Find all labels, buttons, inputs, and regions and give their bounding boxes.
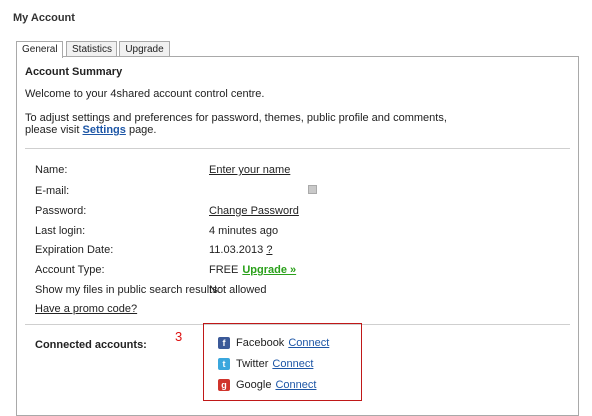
change-password-link[interactable]: Change Password xyxy=(209,205,299,217)
account-panel: Account Summary Welcome to your 4shared … xyxy=(16,56,579,416)
connected-accounts-box: f Facebook Connect t Twitter Connect g Google… xyxy=(203,323,362,401)
expiration-help-link[interactable]: ? xyxy=(266,244,272,256)
email-label: E-mail: xyxy=(35,185,70,197)
adjust-text: To adjust settings and preferences for p… xyxy=(25,112,447,136)
promo-code-link[interactable]: Have a promo code? xyxy=(35,303,137,315)
expiration-value: 11.03.2013 ? xyxy=(209,244,272,256)
account-type-label: Account Type: xyxy=(35,264,105,276)
expiration-date: 11.03.2013 xyxy=(209,244,264,256)
adjust-line-1: To adjust settings and preferences for p… xyxy=(25,112,447,124)
welcome-text: Welcome to your 4shared account control … xyxy=(25,88,265,100)
settings-link[interactable]: Settings xyxy=(82,124,125,136)
adjust-line-2-prefix: please visit xyxy=(25,124,83,136)
account-type-value: FREE Upgrade » xyxy=(209,264,296,276)
tab-statistics[interactable]: Statistics xyxy=(66,41,117,56)
expiration-label: Expiration Date: xyxy=(35,244,114,256)
public-search-label: Show my files in public search results: xyxy=(35,284,221,296)
public-search-value: Not allowed xyxy=(209,284,267,296)
adjust-line-2-suffix: page. xyxy=(125,124,157,136)
facebook-row: f Facebook Connect xyxy=(218,336,329,350)
last-login-value: 4 minutes ago xyxy=(209,225,279,237)
twitter-icon: t xyxy=(218,358,230,371)
upgrade-link[interactable]: Upgrade » xyxy=(242,264,296,276)
google-row: g Google Connect xyxy=(218,378,316,392)
page-title: My Account xyxy=(13,12,75,24)
google-icon: g xyxy=(218,379,230,392)
account-summary-title: Account Summary xyxy=(25,66,123,78)
last-login-label: Last login: xyxy=(35,225,86,237)
tab-upgrade[interactable]: Upgrade xyxy=(119,41,170,56)
enter-name-link[interactable]: Enter your name xyxy=(209,164,290,176)
twitter-name: Twitter xyxy=(236,358,269,371)
connected-accounts-label: Connected accounts: xyxy=(35,339,147,351)
google-connect-link[interactable]: Connect xyxy=(275,379,316,391)
tab-general[interactable]: General xyxy=(16,41,63,58)
annotation-marker: 3 xyxy=(175,329,183,344)
twitter-row: t Twitter Connect xyxy=(218,357,313,371)
password-label: Password: xyxy=(35,205,87,217)
account-type-text: FREE xyxy=(209,264,239,276)
pencil-icon[interactable] xyxy=(308,185,317,194)
twitter-connect-link[interactable]: Connect xyxy=(272,358,313,370)
google-name: Google xyxy=(236,379,272,392)
facebook-icon: f xyxy=(218,337,230,350)
facebook-name: Facebook xyxy=(236,337,285,350)
divider-top xyxy=(25,148,570,149)
name-label: Name: xyxy=(35,164,68,176)
facebook-connect-link[interactable]: Connect xyxy=(288,337,329,349)
